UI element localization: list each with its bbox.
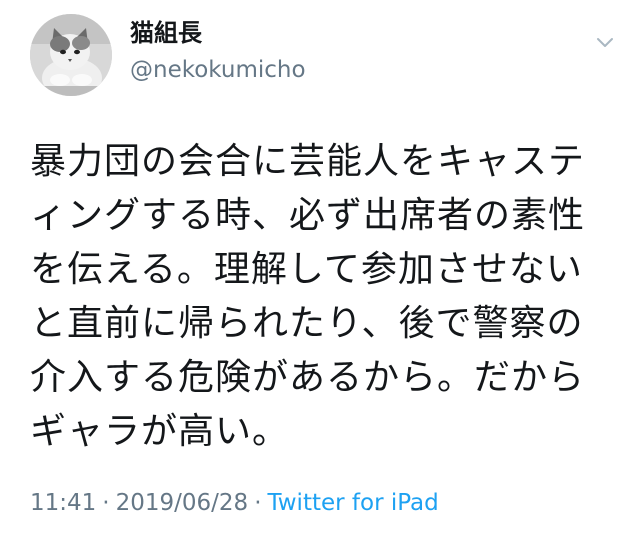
tweet-time[interactable]: 11:41	[30, 490, 96, 516]
tweet-text-line: と直前に帰られたり、後で警察の	[30, 303, 584, 344]
user-handle[interactable]: @nekokumicho	[130, 55, 306, 85]
tweet-text-line: を伝える。理解して参加させない	[30, 249, 583, 290]
meta-separator: ·	[254, 490, 262, 516]
tweet-source-link[interactable]: Twitter for iPad	[268, 490, 439, 516]
tweet-text-line: 介入する危険があるから。だから	[30, 357, 586, 398]
meta-separator: ·	[102, 490, 110, 516]
tweet-text-line: ギャラが高い。	[30, 411, 290, 452]
display-name[interactable]: 猫組長	[130, 18, 202, 48]
cat-avatar-image	[30, 14, 112, 96]
tweet-metadata: 11:41 · 2019/06/28 · Twitter for iPad	[30, 488, 439, 518]
chevron-down-icon[interactable]	[593, 30, 617, 54]
tweet-date[interactable]: 2019/06/28	[116, 490, 249, 516]
tweet-text: 暴力団の会合に芸能人をキャステ ィングする時、必ず出席者の素性 を伝える。理解し…	[30, 135, 630, 459]
tweet-text-line: ィングする時、必ず出席者の素性	[30, 195, 586, 236]
tweet-text-line: 暴力団の会合に芸能人をキャステ	[30, 141, 586, 182]
avatar[interactable]	[30, 14, 112, 96]
tweet: 猫組長 @nekokumicho 暴力団の会合に芸能人をキャステ ィングする時、…	[0, 0, 640, 536]
